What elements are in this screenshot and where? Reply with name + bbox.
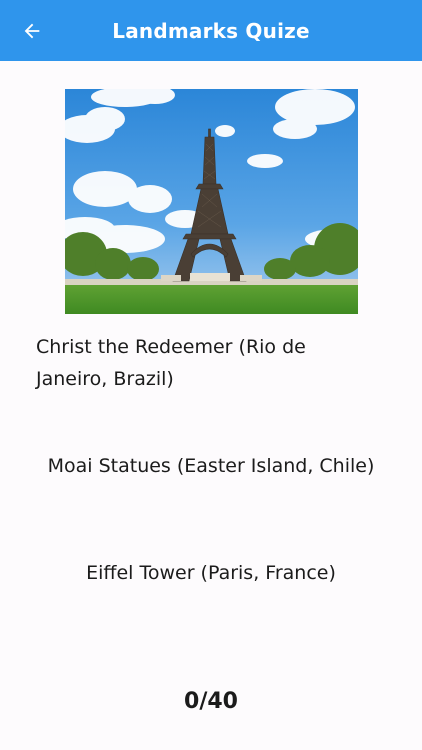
page-title: Landmarks Quize <box>112 18 310 43</box>
answer-option-moai-statues[interactable]: Moai Statues (Easter Island, Chile) <box>0 450 422 482</box>
back-button[interactable] <box>16 15 48 47</box>
answer-option-eiffel-tower[interactable]: Eiffel Tower (Paris, France) <box>0 557 422 589</box>
app-bar: Landmarks Quize <box>0 0 422 61</box>
landmark-image <box>65 89 358 314</box>
answer-option-christ-the-redeemer[interactable]: Christ the Redeemer (Rio de Janeiro, Bra… <box>36 331 356 395</box>
score-counter: 0/40 <box>184 689 238 714</box>
arrow-left-icon <box>24 23 40 39</box>
